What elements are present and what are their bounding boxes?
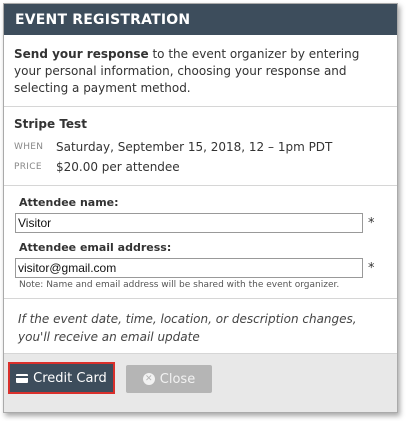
privacy-note: Note: Name and email address will be sha…	[19, 280, 340, 290]
close-label: Close	[159, 371, 196, 387]
credit-card-button[interactable]: Credit Card	[8, 362, 115, 394]
close-circle-icon: ✕	[142, 373, 155, 385]
intro-text: Send your response to the event organize…	[4, 35, 397, 107]
attendee-form: Attendee name: * Attendee email address:…	[15, 186, 382, 298]
when-row: WHEN Saturday, September 15, 2018, 12 – …	[14, 137, 389, 157]
event-registration-dialog: EVENT REGISTRATION Send your response to…	[3, 3, 398, 413]
required-mark: *	[368, 260, 375, 276]
attendee-email-input[interactable]	[15, 258, 363, 278]
update-notice: If the event date, time, location, or de…	[18, 312, 357, 344]
attendee-email-row: *	[15, 258, 382, 278]
attendee-name-label: Attendee name:	[19, 196, 119, 209]
dialog-title: EVENT REGISTRATION	[4, 4, 397, 35]
attendee-name-row: *	[15, 213, 382, 233]
event-name: Stripe Test	[14, 117, 87, 131]
required-mark: *	[368, 215, 375, 231]
attendee-email-label: Attendee email address:	[19, 241, 172, 254]
intro-bold: Send your response	[14, 47, 149, 61]
close-button[interactable]: ✕ Close	[126, 365, 212, 393]
price-value: $20.00 per attendee	[56, 160, 180, 174]
event-details: Stripe Test WHEN Saturday, September 15,…	[4, 107, 397, 186]
when-label: WHEN	[14, 142, 44, 152]
credit-card-label: Credit Card	[33, 370, 107, 386]
price-label: PRICE	[14, 162, 42, 172]
price-row: PRICE $20.00 per attendee	[14, 157, 389, 177]
attendee-name-input[interactable]	[15, 213, 363, 233]
credit-card-icon	[16, 373, 29, 383]
dialog-footer: Credit Card ✕ Close	[4, 353, 397, 412]
attendee-form-wrap: Attendee name: * Attendee email address:…	[4, 186, 397, 299]
when-value: Saturday, September 15, 2018, 12 – 1pm P…	[56, 140, 333, 154]
